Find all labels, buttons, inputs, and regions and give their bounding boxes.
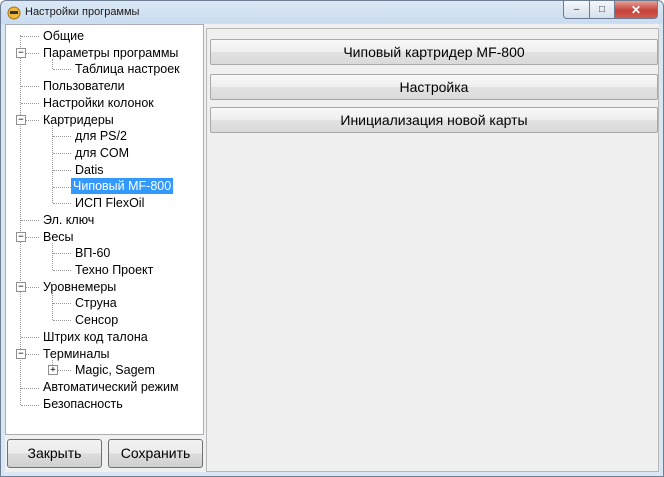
tree-item-techno-project[interactable]: Техно Проект bbox=[73, 262, 155, 278]
tree-item-flexoil[interactable]: ИСП FlexOil bbox=[73, 195, 146, 211]
tree-item-vp60[interactable]: ВП-60 bbox=[73, 245, 112, 261]
tree-line bbox=[21, 337, 39, 338]
close-button[interactable]: Закрыть bbox=[7, 439, 102, 468]
tree-item-terminals[interactable]: Терминалы bbox=[41, 346, 112, 362]
save-button[interactable]: Сохранить bbox=[108, 439, 203, 468]
tree-item-auto-mode[interactable]: Автоматический режим bbox=[41, 379, 181, 395]
tree-item-mf800[interactable]: Чиповый MF-800 bbox=[71, 178, 174, 194]
settings-window: Настройки программы – □ ✕ − − − − − + Об… bbox=[0, 0, 664, 477]
tree-line bbox=[52, 126, 53, 203]
tree-line bbox=[21, 36, 39, 37]
tree-line bbox=[53, 270, 71, 271]
title-bar[interactable]: Настройки программы – □ ✕ bbox=[1, 1, 663, 25]
tree-line bbox=[21, 405, 39, 406]
tree-line bbox=[53, 203, 71, 204]
tree-line bbox=[53, 253, 71, 254]
collapse-icon[interactable]: − bbox=[16, 282, 26, 292]
close-window-button[interactable]: ✕ bbox=[615, 1, 658, 19]
collapse-icon[interactable]: − bbox=[16, 115, 26, 125]
client-area: − − − − − + Общие Параметры программы Та… bbox=[5, 24, 659, 472]
settings-panel: Чиповый картридер MF-800 Настройка Иници… bbox=[206, 28, 659, 472]
tree-item-electronic-key[interactable]: Эл. ключ bbox=[41, 212, 96, 228]
init-new-card-button[interactable]: Инициализация новой карты bbox=[210, 107, 658, 133]
tree-line bbox=[21, 103, 39, 104]
tree-line bbox=[21, 86, 39, 87]
tree-item-ticket-barcode[interactable]: Штрих код талона bbox=[41, 329, 150, 345]
settings-tree[interactable]: − − − − − + Общие Параметры программы Та… bbox=[5, 24, 204, 435]
tree-line bbox=[52, 243, 53, 270]
configure-button[interactable]: Настройка bbox=[210, 74, 658, 100]
tree-line bbox=[26, 53, 39, 54]
tree-item-security[interactable]: Безопасность bbox=[41, 396, 125, 412]
tree-item-column-settings[interactable]: Настройки колонок bbox=[41, 95, 156, 111]
tree-line bbox=[53, 320, 71, 321]
tree-line bbox=[53, 303, 71, 304]
tree-item-struna[interactable]: Струна bbox=[73, 295, 119, 311]
tree-item-settings-table[interactable]: Таблица настроек bbox=[73, 61, 182, 77]
tree-line bbox=[21, 388, 39, 389]
tree-item-scales[interactable]: Весы bbox=[41, 229, 76, 245]
collapse-icon[interactable]: − bbox=[16, 48, 26, 58]
tree-item-level-gauges[interactable]: Уровнемеры bbox=[41, 279, 118, 295]
tree-item-program-params[interactable]: Параметры программы bbox=[41, 45, 180, 61]
tree-line bbox=[21, 220, 39, 221]
tree-item-sensor[interactable]: Сенсор bbox=[73, 312, 120, 328]
minimize-button[interactable]: – bbox=[563, 1, 590, 19]
tree-line bbox=[58, 370, 71, 371]
app-icon bbox=[7, 6, 21, 20]
tree-line bbox=[53, 69, 71, 70]
tree-line bbox=[26, 120, 39, 121]
tree-line bbox=[53, 153, 71, 154]
collapse-icon[interactable]: − bbox=[16, 232, 26, 242]
tree-item-magic-sagem[interactable]: Magic, Sagem bbox=[73, 362, 157, 378]
tree-item-com[interactable]: для COM bbox=[73, 145, 131, 161]
expand-icon[interactable]: + bbox=[48, 365, 58, 375]
maximize-button[interactable]: □ bbox=[590, 1, 615, 19]
tree-line bbox=[53, 187, 71, 188]
tree-item-ps2[interactable]: для PS/2 bbox=[73, 128, 129, 144]
tree-line bbox=[53, 170, 71, 171]
tree-item-card-readers[interactable]: Картридеры bbox=[41, 112, 116, 128]
tree-item-datis[interactable]: Datis bbox=[73, 162, 105, 178]
tree-item-general[interactable]: Общие bbox=[41, 28, 86, 44]
tree-line bbox=[26, 237, 39, 238]
mf800-reader-button[interactable]: Чиповый картридер MF-800 bbox=[210, 39, 658, 65]
tree-line bbox=[53, 136, 71, 137]
tree-line bbox=[26, 354, 39, 355]
window-title: Настройки программы bbox=[25, 6, 140, 18]
tree-item-users[interactable]: Пользователи bbox=[41, 78, 127, 94]
collapse-icon[interactable]: − bbox=[16, 349, 26, 359]
tree-line bbox=[52, 293, 53, 320]
tree-line bbox=[26, 287, 39, 288]
